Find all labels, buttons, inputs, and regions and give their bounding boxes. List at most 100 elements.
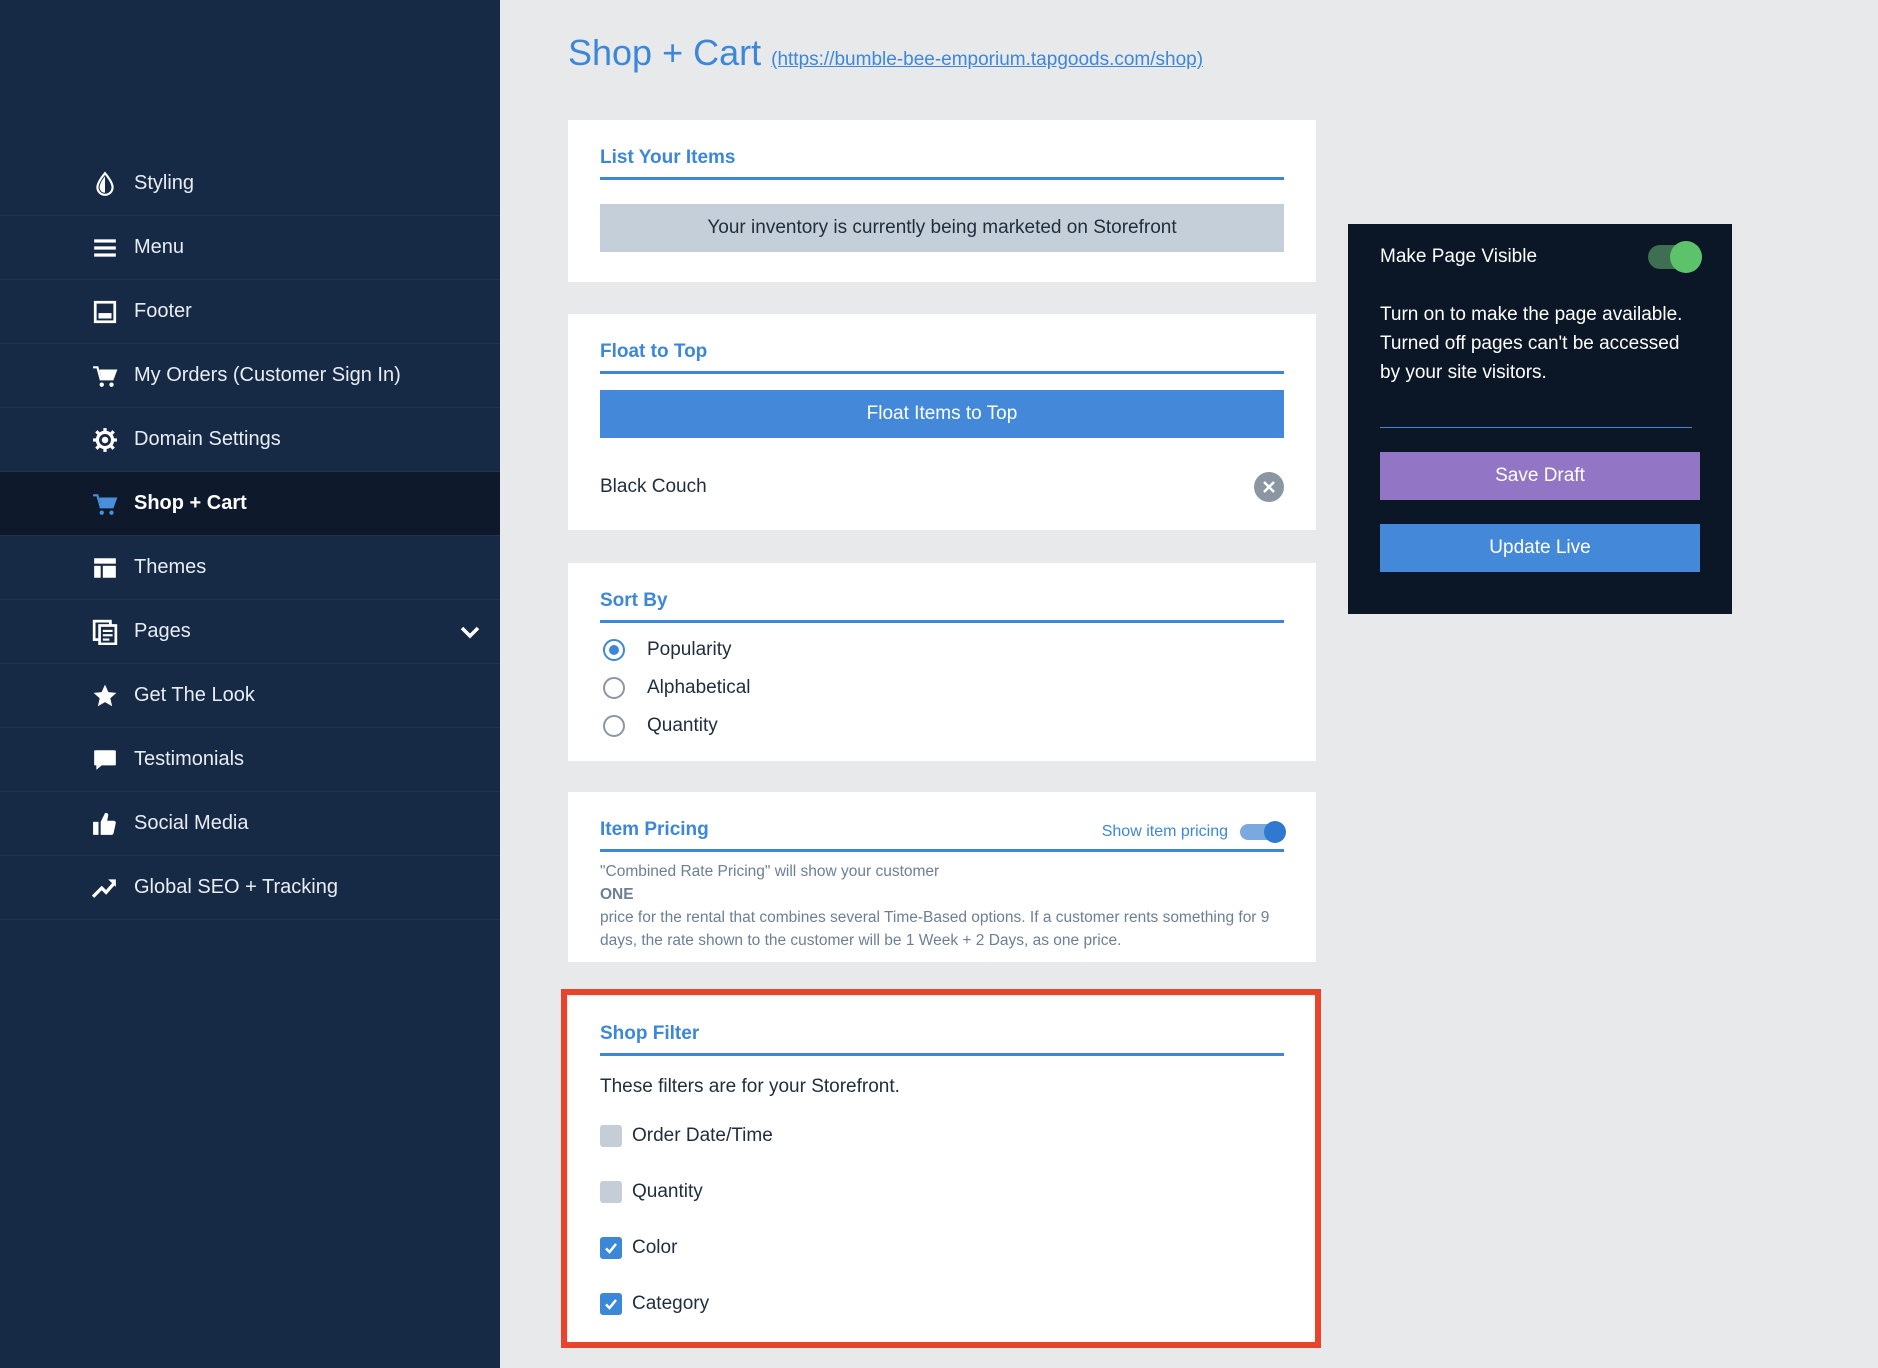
toggle-label: Show item pricing	[1101, 823, 1228, 840]
card-header: Sort By	[600, 587, 1284, 623]
panel-description: Turn on to make the page available. Turn…	[1380, 304, 1683, 383]
pricing-line-3: price for the rental that combines sever…	[600, 909, 1270, 949]
sidebar-item-label: My Orders (Customer Sign In)	[134, 364, 401, 386]
checkbox-label: Order Date/Time	[632, 1125, 773, 1146]
sidebar-item-label: Testimonials	[134, 748, 245, 770]
item-pricing-card: Item Pricing Show item pricing "Combined…	[568, 792, 1316, 962]
sidebar-item-label: Social Media	[134, 812, 249, 834]
shop-url-link[interactable]: (https://bumble-bee-emporium.tapgoods.co…	[771, 49, 1203, 71]
page-title: Shop + Cart	[568, 32, 762, 73]
visibility-panel: Make Page Visible Turn on to make the pa…	[1348, 224, 1732, 614]
float-to-top-card: Float to Top Float Items to Top Black Co…	[568, 314, 1316, 530]
radio-label: Popularity	[647, 639, 732, 660]
page-header: Shop + Cart (https://bumble-bee-emporium…	[568, 32, 1203, 74]
sidebar-item-my-orders[interactable]: My Orders (Customer Sign In)	[0, 344, 500, 408]
filter-options: Order Date/Time Quantity Color Category	[600, 1108, 1284, 1332]
sort-option-quantity[interactable]: Quantity	[600, 707, 1284, 745]
card-title: Item Pricing	[600, 819, 709, 840]
hamburger-icon	[92, 235, 118, 261]
pricing-line-1: "Combined Rate Pricing" will show your c…	[600, 863, 940, 880]
card-title: Sort By	[600, 590, 668, 611]
card-header: Float to Top	[600, 338, 1284, 374]
checkbox-label: Category	[632, 1293, 710, 1314]
sidebar-item-domain-settings[interactable]: Domain Settings	[0, 408, 500, 472]
radio-label: Quantity	[647, 715, 718, 736]
sidebar-item-pages[interactable]: Pages	[0, 600, 500, 664]
filter-option-color[interactable]: Color	[600, 1220, 1284, 1276]
card-header: Item Pricing Show item pricing	[600, 816, 1286, 852]
sidebar-item-social-media[interactable]: Social Media	[0, 792, 500, 856]
sidebar-item-styling[interactable]: Styling	[0, 152, 500, 216]
checkbox-label: Quantity	[632, 1181, 703, 1202]
float-items-to-top-button[interactable]: Float Items to Top	[600, 390, 1284, 438]
divider	[1380, 427, 1692, 428]
checkbox[interactable]	[600, 1293, 622, 1315]
sidebar: Styling Menu Footer My Orders (Customer …	[0, 0, 500, 1368]
sidebar-item-shop-cart[interactable]: Shop + Cart	[0, 472, 500, 536]
shop-filter-card: Shop Filter These filters are for your S…	[568, 996, 1316, 1342]
list-item: Black Couch	[600, 472, 1284, 502]
sidebar-item-menu[interactable]: Menu	[0, 216, 500, 280]
sidebar-item-label: Menu	[134, 236, 185, 258]
card-header: Shop Filter	[600, 1020, 1284, 1056]
sidebar-item-label: Styling	[134, 172, 195, 194]
sort-option-popularity[interactable]: Popularity	[600, 631, 1284, 669]
chat-icon	[92, 747, 118, 773]
sidebar-item-label: Footer	[134, 300, 192, 322]
sidebar-item-footer[interactable]: Footer	[0, 280, 500, 344]
page-visible-toggle[interactable]	[1648, 241, 1702, 273]
storefront-status-bar: Your inventory is currently being market…	[600, 204, 1284, 252]
sidebar-item-get-the-look[interactable]: Get The Look	[0, 664, 500, 728]
checkmark-icon	[605, 1299, 617, 1310]
remove-item-icon[interactable]	[1254, 472, 1284, 502]
filter-intro-text: These filters are for your Storefront.	[600, 1076, 900, 1097]
radio-label: Alphabetical	[647, 677, 751, 698]
sidebar-item-label: Shop + Cart	[134, 492, 247, 514]
footer-icon	[92, 299, 118, 325]
save-draft-button[interactable]: Save Draft	[1380, 452, 1700, 500]
sidebar-item-themes[interactable]: Themes	[0, 536, 500, 600]
radio-button[interactable]	[603, 715, 625, 737]
pricing-line-2: ONE	[600, 886, 634, 903]
radio-button[interactable]	[603, 639, 625, 661]
cart-icon	[92, 491, 118, 517]
checkbox[interactable]	[600, 1237, 622, 1259]
panel-title: Make Page Visible	[1380, 246, 1538, 267]
update-live-button[interactable]: Update Live	[1380, 524, 1700, 572]
card-title: List Your Items	[600, 147, 736, 168]
card-title: Float to Top	[600, 341, 708, 362]
sidebar-item-label: Themes	[134, 556, 207, 578]
sidebar-item-label: Domain Settings	[134, 428, 281, 450]
gear-icon	[92, 427, 118, 453]
thumbs-up-icon	[92, 811, 118, 837]
pages-icon	[92, 619, 118, 645]
filter-option-quantity[interactable]: Quantity	[600, 1164, 1284, 1220]
checkbox-label: Color	[632, 1237, 678, 1258]
card-title: Shop Filter	[600, 1023, 700, 1044]
cart-icon	[92, 363, 118, 389]
star-icon	[92, 683, 118, 709]
radio-button[interactable]	[603, 677, 625, 699]
show-pricing-toggle-group: Show item pricing	[1101, 821, 1286, 843]
sort-option-alphabetical[interactable]: Alphabetical	[600, 669, 1284, 707]
layout-icon	[92, 555, 118, 581]
card-header: List Your Items	[600, 144, 1284, 180]
chevron-down-icon[interactable]	[458, 620, 482, 644]
sidebar-item-testimonials[interactable]: Testimonials	[0, 728, 500, 792]
sidebar-item-label: Pages	[134, 620, 191, 642]
sidebar-nav: Styling Menu Footer My Orders (Customer …	[0, 152, 500, 920]
checkmark-icon	[605, 1243, 617, 1254]
filter-option-order-date-time[interactable]: Order Date/Time	[600, 1108, 1284, 1164]
show-item-pricing-toggle[interactable]	[1240, 821, 1286, 843]
sort-by-card: Sort By Popularity Alphabetical Quantity	[568, 563, 1316, 761]
floated-item-name: Black Couch	[600, 476, 707, 497]
drop-icon	[92, 171, 118, 197]
sort-options: Popularity Alphabetical Quantity	[600, 631, 1284, 745]
checkbox[interactable]	[600, 1181, 622, 1203]
checkbox[interactable]	[600, 1125, 622, 1147]
sidebar-item-label: Get The Look	[134, 684, 255, 706]
sidebar-item-global-seo[interactable]: Global SEO + Tracking	[0, 856, 500, 920]
panel-header: Make Page Visible	[1380, 240, 1702, 274]
pricing-description: "Combined Rate Pricing" will show your c…	[600, 860, 1284, 952]
filter-option-category[interactable]: Category	[600, 1276, 1284, 1332]
